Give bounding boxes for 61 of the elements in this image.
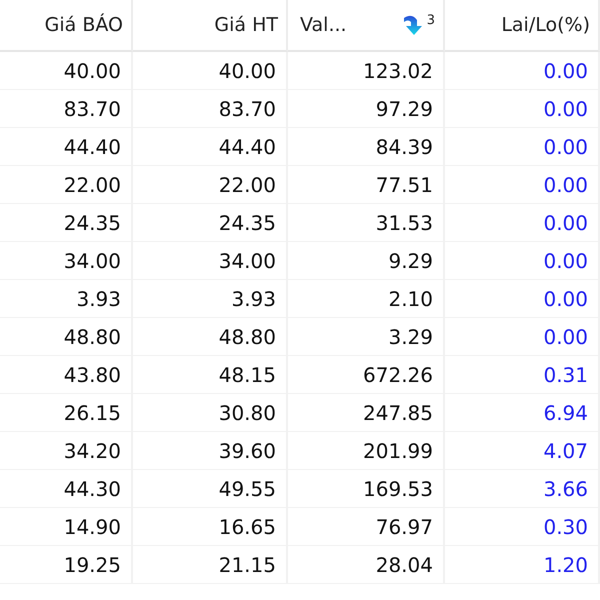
table-cell: 31.53 xyxy=(288,204,445,242)
table-cell: 0.00 xyxy=(445,318,600,356)
table-cell: 9.29 xyxy=(288,242,445,280)
table-cell: 97.29 xyxy=(288,90,445,128)
table-cell: 24.35 xyxy=(133,204,288,242)
table-cell: 49.55 xyxy=(133,470,288,508)
table-cell: 44.30 xyxy=(0,470,133,508)
table-cell: 3.93 xyxy=(133,280,288,318)
table-cell: 3.29 xyxy=(288,318,445,356)
table-cell: 247.85 xyxy=(288,394,445,432)
table-cell: 34.00 xyxy=(133,242,288,280)
table-cell: 0.00 xyxy=(445,204,600,242)
table-cell: 22.00 xyxy=(0,166,133,204)
table-cell: 76.97 xyxy=(288,508,445,546)
table-cell: 43.80 xyxy=(0,356,133,394)
column-header[interactable]: Lai/Lo(%) xyxy=(445,0,600,52)
table-cell: 0.00 xyxy=(445,242,600,280)
table-cell: 0.00 xyxy=(445,52,600,90)
table-cell: 39.60 xyxy=(133,432,288,470)
table-cell: 0.31 xyxy=(445,356,600,394)
table-cell: 84.39 xyxy=(288,128,445,166)
table-cell: 40.00 xyxy=(133,52,288,90)
table-cell: 201.99 xyxy=(288,432,445,470)
table-cell: 26.15 xyxy=(0,394,133,432)
table-cell: 16.65 xyxy=(133,508,288,546)
table-cell: 83.70 xyxy=(133,90,288,128)
column-header[interactable]: Giá BÁO xyxy=(0,0,133,52)
table-cell: 1.20 xyxy=(445,546,600,584)
column-header[interactable]: Val... 3 xyxy=(288,0,445,52)
table-cell: 24.35 xyxy=(0,204,133,242)
table-cell: 0.30 xyxy=(445,508,600,546)
sort-order-number: 3 xyxy=(426,14,435,27)
table-cell: 34.20 xyxy=(0,432,133,470)
table-cell: 40.00 xyxy=(0,52,133,90)
table-cell: 169.53 xyxy=(288,470,445,508)
table-cell: 14.90 xyxy=(0,508,133,546)
table-cell: 22.00 xyxy=(133,166,288,204)
table-cell: 44.40 xyxy=(0,128,133,166)
table-cell: 2.10 xyxy=(288,280,445,318)
table-cell: 4.07 xyxy=(445,432,600,470)
table-cell: 3.93 xyxy=(0,280,133,318)
table-cell: 0.00 xyxy=(445,90,600,128)
table-cell: 28.04 xyxy=(288,546,445,584)
table-cell: 6.94 xyxy=(445,394,600,432)
table-cell: 48.80 xyxy=(0,318,133,356)
table-cell: 48.80 xyxy=(133,318,288,356)
table-cell: 34.00 xyxy=(0,242,133,280)
table-cell: 3.66 xyxy=(445,470,600,508)
column-header[interactable]: Giá HT xyxy=(133,0,288,52)
table-cell: 83.70 xyxy=(0,90,133,128)
table-cell: 672.26 xyxy=(288,356,445,394)
table-cell: 48.15 xyxy=(133,356,288,394)
table-cell: 0.00 xyxy=(445,280,600,318)
table-cell: 0.00 xyxy=(445,166,600,204)
table-cell: 123.02 xyxy=(288,52,445,90)
table-cell: 44.40 xyxy=(133,128,288,166)
table-cell: 77.51 xyxy=(288,166,445,204)
table-cell: 19.25 xyxy=(0,546,133,584)
table-cell: 0.00 xyxy=(445,128,600,166)
table-cell: 21.15 xyxy=(133,546,288,584)
table-cell: 30.80 xyxy=(133,394,288,432)
